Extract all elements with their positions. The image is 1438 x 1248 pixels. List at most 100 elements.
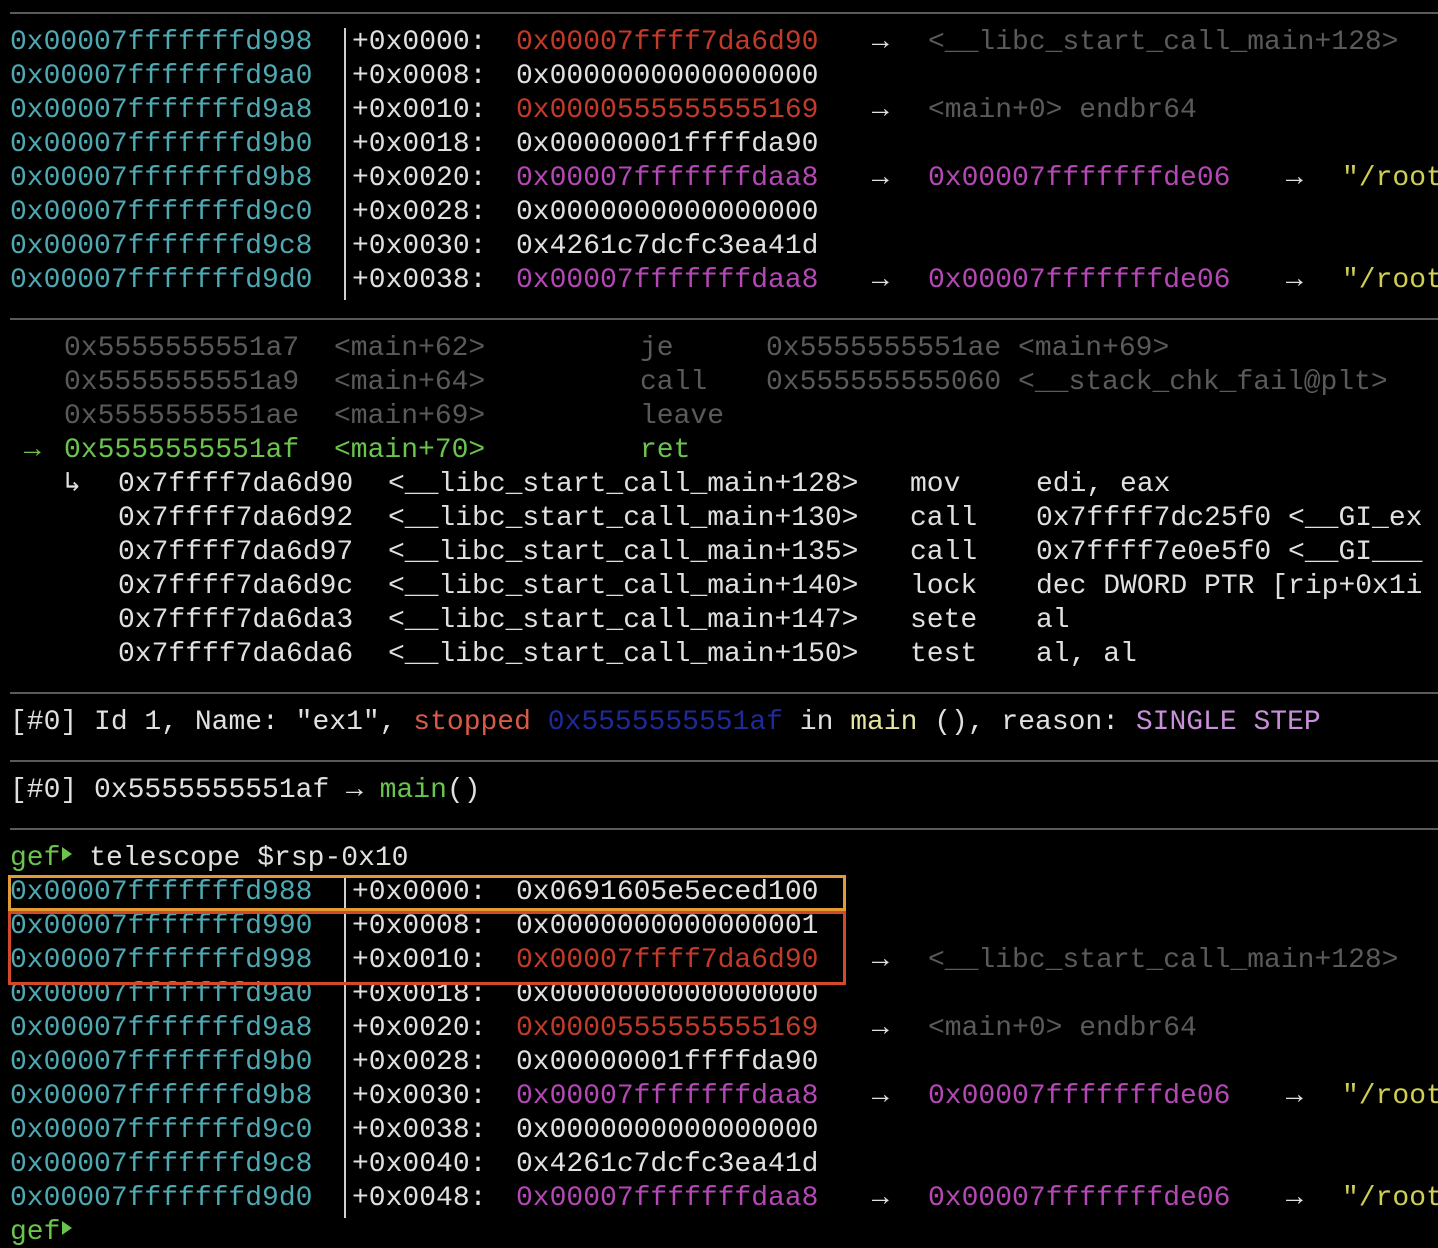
stack-address: 0x00007fffffffd9d0 <box>10 1183 313 1214</box>
final-prompt-arrow-icon <box>62 1221 73 1235</box>
stack-offset: +0x0040: <box>352 1149 487 1180</box>
deref-target: <__libc_start_call_main+128> <box>928 945 1399 976</box>
deref-arrow: → <box>872 265 889 296</box>
trace-section-separator <box>10 760 1438 762</box>
stack-address: 0x00007fffffffd998 <box>10 27 313 58</box>
stack-value: 0x00007fffffffdaa8 <box>516 265 819 296</box>
stack-row: 0x00007fffffffd9c0 +0x0038: 0x000000000000… <box>10 1114 1438 1148</box>
deref-target: <main+0> endbr64 <box>928 95 1197 126</box>
instruction-symbol: <main+69> <box>334 401 486 432</box>
instruction-symbol: <__libc_start_call_main+128> <box>388 469 859 500</box>
stack-address: 0x00007fffffffd9a0 <box>10 61 313 92</box>
stack-value: 0x00007fffffffdaa8 <box>516 1183 819 1214</box>
instruction-address: 0x7ffff7da6d9c <box>118 571 354 602</box>
deref-arrow: → <box>1286 265 1303 296</box>
final-prompt-line[interactable]: gef <box>10 1216 73 1248</box>
instruction-address: 0x7ffff7da6da3 <box>118 605 354 636</box>
stack-row: 0x00007fffffffd9b8 +0x0020: 0x00007fffffff… <box>10 162 1438 196</box>
trace-id-tag: [#0] <box>10 775 78 806</box>
stack-value: 0x4261c7dcfc3ea41d <box>516 1149 819 1180</box>
stack-value: 0x00007ffff7da6d90 <box>516 27 819 58</box>
instruction-mnemonic: call <box>910 537 978 568</box>
trace-function: main <box>379 775 447 806</box>
thread-function: main <box>850 707 918 738</box>
command-line[interactable]: gef telescope $rsp-0x10 <box>10 842 408 876</box>
instruction-operands: 0x5555555551ae <main+69> <box>766 333 1170 364</box>
deref-target: 0x00007fffffffde06 <box>928 265 1231 296</box>
code-row-next: ↳ 0x7ffff7da6d90 <__libc_start_call_main+1… <box>10 468 1438 502</box>
stack-offset: +0x0038: <box>352 265 487 296</box>
prompt-label: gef <box>10 843 61 874</box>
stack-offset: +0x0030: <box>352 231 487 262</box>
instruction-symbol: <__libc_start_call_main+130> <box>388 503 859 534</box>
stack-offset: +0x0030: <box>352 1081 487 1112</box>
deref-target: <__libc_start_call_main+128> <box>928 27 1399 58</box>
stack-offset: +0x0020: <box>352 1013 487 1044</box>
instruction-operands: dec DWORD PTR [rip+0x1i <box>1036 571 1423 602</box>
current-instruction-arrow-icon: → <box>24 435 41 466</box>
stack-value: 0x0000000000000000 <box>516 1115 819 1146</box>
stack-section-separator <box>10 12 1438 14</box>
trace-line: [#0] 0x5555555551af → main() <box>10 775 481 806</box>
instruction-address: 0x5555555551a9 <box>64 367 300 398</box>
instruction-symbol: <main+70> <box>334 435 486 466</box>
code-row-next: 0x7ffff7da6da3 <__libc_start_call_main+14… <box>10 604 1438 638</box>
stack-row: 0x00007fffffffd9a8 +0x0010: 0x000055555555… <box>10 94 1438 128</box>
instruction-mnemonic: sete <box>910 605 978 636</box>
instruction-address: 0x5555555551a7 <box>64 333 300 364</box>
deref-string: "/root <box>1342 1081 1438 1112</box>
stack-address: 0x00007fffffffd9b8 <box>10 1081 313 1112</box>
return-address-highlight-box <box>8 911 846 985</box>
code-row-past: 0x5555555551a7 <main+62> je 0x5555555551ae … <box>10 332 1438 366</box>
deref-target: <main+0> endbr64 <box>928 1013 1197 1044</box>
instruction-symbol: <main+64> <box>334 367 486 398</box>
instruction-symbol: <__libc_start_call_main+140> <box>388 571 859 602</box>
instruction-symbol: <main+62> <box>334 333 486 364</box>
command-text: telescope $rsp-0x10 <box>72 843 409 874</box>
instruction-operands: edi, eax <box>1036 469 1171 500</box>
instruction-address: 0x5555555551af <box>64 435 300 466</box>
deref-arrow: → <box>872 95 889 126</box>
deref-arrow: → <box>872 163 889 194</box>
stack-row: 0x00007fffffffd9c0 +0x0028: 0x000000000000… <box>10 196 1438 230</box>
stack-value: 0x00007fffffffdaa8 <box>516 1081 819 1112</box>
prompt-arrow-icon <box>62 847 73 861</box>
deref-arrow: → <box>872 1081 889 1112</box>
code-row-next: 0x7ffff7da6d9c <__libc_start_call_main+14… <box>10 570 1438 604</box>
instruction-mnemonic: leave <box>640 401 725 432</box>
code-row-past: 0x5555555551ae <main+69> leave <box>10 400 1438 434</box>
final-prompt-label: gef <box>10 1217 61 1248</box>
stack-offset: +0x0008: <box>352 61 487 92</box>
prompt-separator <box>10 828 1438 830</box>
deref-arrow: → <box>872 27 889 58</box>
stack-address: 0x00007fffffffd9a8 <box>10 95 313 126</box>
deref-string: "/root <box>1342 1183 1438 1214</box>
stack-address: 0x00007fffffffd9c8 <box>10 1149 313 1180</box>
stack-row: 0x00007fffffffd9b0 +0x0028: 0x00000001ffff… <box>10 1046 1438 1080</box>
stack-value: 0x4261c7dcfc3ea41d <box>516 231 819 262</box>
instruction-mnemonic: je <box>640 333 674 364</box>
stack-row: 0x00007fffffffd9c8 +0x0040: 0x4261c7dcfc3e… <box>10 1148 1438 1182</box>
stack-value: 0x00007fffffffdaa8 <box>516 163 819 194</box>
instruction-operands: 0x7ffff7e0e5f0 <__GI___ <box>1036 537 1423 568</box>
deref-arrow: → <box>872 945 889 976</box>
stack-row: 0x00007fffffffd9b0 +0x0018: 0x00000001ffff… <box>10 128 1438 162</box>
terminal-window[interactable]: 0x00007fffffffd998 +0x0000: 0x00007ffff7da… <box>0 0 1438 1248</box>
code-row-next: 0x7ffff7da6d97 <__libc_start_call_main+13… <box>10 536 1438 570</box>
stack-value: 0x0000555555555169 <box>516 1013 819 1044</box>
deref-arrow: → <box>1286 1081 1303 1112</box>
stack-offset: +0x0048: <box>352 1183 487 1214</box>
stack-row: 0x00007fffffffd9b8 +0x0030: 0x00007fffffff… <box>10 1080 1438 1114</box>
code-row-past: 0x5555555551a9 <main+64> call 0x55555555506… <box>10 366 1438 400</box>
stack-offset: +0x0028: <box>352 197 487 228</box>
code-row-next: 0x7ffff7da6da6 <__libc_start_call_main+15… <box>10 638 1438 672</box>
stack-offset: +0x0000: <box>352 27 487 58</box>
stack-offset: +0x0038: <box>352 1115 487 1146</box>
stack-row: 0x00007fffffffd9a8 +0x0020: 0x000055555555… <box>10 1012 1438 1046</box>
thread-line: [#0] Id 1, Name: "ex1", stopped 0x555555… <box>10 707 1321 738</box>
instruction-mnemonic: lock <box>910 571 978 602</box>
thread-address: 0x5555555551af <box>547 707 783 738</box>
instruction-operands: 0x555555555060 <__stack_chk_fail@plt> <box>766 367 1388 398</box>
code-section-separator <box>10 318 1438 320</box>
stack-address: 0x00007fffffffd9c8 <box>10 231 313 262</box>
